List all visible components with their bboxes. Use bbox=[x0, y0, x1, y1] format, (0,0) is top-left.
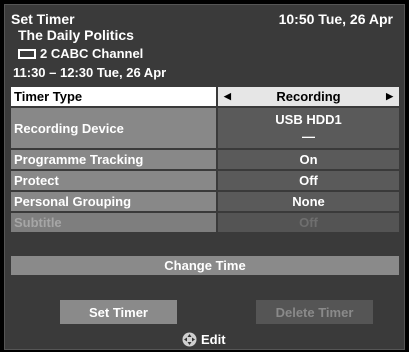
dpad-icon bbox=[182, 332, 197, 347]
header: Set Timer 10:50 Tue, 26 Apr The Daily Po… bbox=[5, 5, 400, 82]
set-timer-screen: Set Timer 10:50 Tue, 26 Apr The Daily Po… bbox=[0, 0, 409, 352]
channel: 2 CABC Channel bbox=[18, 46, 143, 61]
row-value: Off bbox=[218, 213, 399, 232]
row-protect[interactable]: Protect Off bbox=[11, 171, 399, 190]
page-title: Set Timer bbox=[11, 11, 75, 27]
row-subtitle: Subtitle Off bbox=[11, 213, 399, 232]
edit-hint: Edit bbox=[182, 332, 226, 347]
row-label: Personal Grouping bbox=[11, 192, 216, 211]
arrow-left-icon[interactable]: ◀ bbox=[224, 91, 231, 102]
row-value[interactable]: On bbox=[218, 150, 399, 169]
value-text: USB HDD1 bbox=[275, 112, 342, 127]
row-value[interactable]: Off bbox=[218, 171, 399, 190]
settings-list: Timer Type ◀ Recording ▶ Recording Devic… bbox=[11, 87, 399, 234]
clock: 10:50 Tue, 26 Apr bbox=[278, 11, 393, 27]
channel-icon bbox=[18, 48, 36, 59]
delete-timer-button: Delete Timer bbox=[256, 300, 373, 324]
channel-name: 2 CABC Channel bbox=[40, 46, 144, 61]
row-value[interactable]: USB HDD1 — bbox=[218, 108, 399, 148]
value-text: Recording bbox=[276, 89, 341, 104]
value-subtext: — bbox=[302, 129, 315, 144]
row-timer-type[interactable]: Timer Type ◀ Recording ▶ bbox=[11, 87, 399, 106]
row-label: Programme Tracking bbox=[11, 150, 216, 169]
set-timer-button[interactable]: Set Timer bbox=[60, 300, 177, 324]
row-label: Subtitle bbox=[11, 213, 216, 232]
row-personal-grouping[interactable]: Personal Grouping None bbox=[11, 192, 399, 211]
row-value[interactable]: None bbox=[218, 192, 399, 211]
row-value[interactable]: ◀ Recording ▶ bbox=[218, 87, 399, 106]
row-label: Protect bbox=[11, 171, 216, 190]
row-programme-tracking[interactable]: Programme Tracking On bbox=[11, 150, 399, 169]
row-label: Recording Device bbox=[11, 108, 216, 148]
row-recording-device[interactable]: Recording Device USB HDD1 — bbox=[11, 108, 399, 148]
time-slot: 11:30 – 12:30 Tue, 26 Apr bbox=[13, 65, 167, 80]
change-time-button[interactable]: Change Time bbox=[11, 256, 399, 275]
arrow-right-icon[interactable]: ▶ bbox=[386, 91, 393, 102]
edit-label: Edit bbox=[201, 332, 226, 347]
row-label: Timer Type bbox=[11, 87, 216, 106]
programme-title: The Daily Politics bbox=[18, 27, 134, 43]
